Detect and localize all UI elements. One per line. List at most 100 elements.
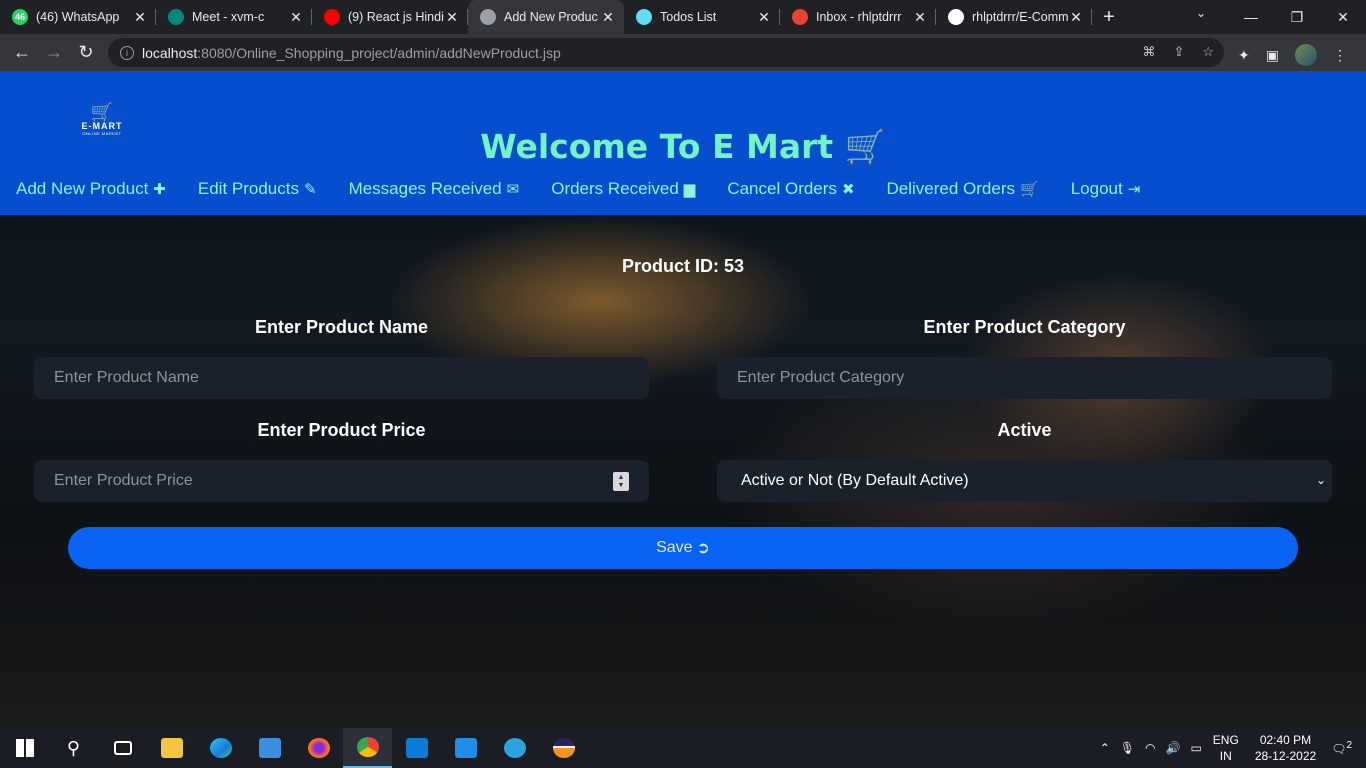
microphone-icon[interactable]: 🎙 — [1115, 741, 1140, 755]
tab-list: 46 (46) WhatsApp ✕ Meet - xvm-c ✕ (9) React j… — [0, 0, 1092, 34]
tab-title: Meet - xvm-c — [192, 10, 265, 24]
window-controls: — ❐ ✕ — [1228, 0, 1366, 34]
side-panel-icon[interactable]: ▣ — [1266, 47, 1279, 64]
active-label: Active — [997, 420, 1052, 440]
nav-item-label: Cancel Orders — [727, 179, 837, 198]
tab-close-icon[interactable]: ✕ — [288, 9, 304, 26]
chevron-down-icon: ⌄ — [1315, 473, 1326, 487]
browser-tab[interactable]: 46 (46) WhatsApp ✕ — [0, 0, 156, 34]
product-category-input[interactable]: Enter Product Category — [717, 357, 1332, 399]
tab-title: Add New Produc — [504, 10, 598, 24]
sign-out-icon: ⇥ — [1127, 181, 1141, 198]
browser-toolbar: ← → ↻ i localhost :8080/Online_Shopping_… — [0, 34, 1366, 71]
browser-tab[interactable]: Add New Produc ✕ — [468, 0, 624, 34]
language-indicator[interactable]: ENG IN — [1207, 732, 1245, 764]
share-icon[interactable]: ⇪ — [1173, 44, 1184, 60]
nav-item[interactable]: Delivered Orders 🛒 — [887, 179, 1039, 199]
restore-icon[interactable]: ❐ — [1274, 9, 1320, 26]
active-select[interactable]: Active or Not (By Default Active) ⌄ — [717, 460, 1332, 502]
new-tab-button[interactable]: + — [1092, 6, 1126, 29]
battery-icon[interactable]: ▭ — [1185, 741, 1206, 755]
browser-tab[interactable]: Meet - xvm-c ✕ — [156, 0, 312, 34]
system-tray: ⌃ 🎙 ◠ 🔊 ▭ ENG IN 02:40 PM 28-12-2022 🗨2 — [1095, 728, 1366, 768]
notifications-icon[interactable]: 🗨2 — [1326, 740, 1366, 756]
tab-close-icon[interactable]: ✕ — [444, 9, 460, 26]
nav-item[interactable]: Cancel Orders ✖ — [727, 179, 854, 199]
store-icon[interactable] — [441, 728, 490, 768]
admin-nav-menu: Add New Product ✚ Edit Products ✎ Messages R… — [16, 179, 1140, 199]
file-explorer-icon[interactable] — [147, 728, 196, 768]
tab-close-icon[interactable]: ✕ — [912, 9, 928, 26]
arrow-circle-right-icon: ➲ — [696, 540, 710, 557]
site-info-icon[interactable]: i — [120, 45, 134, 60]
toolbar-right: ✦ ▣ ⋮ — [1238, 44, 1347, 66]
chevron-up-icon[interactable]: ⌃ — [1095, 741, 1115, 755]
product-name-input[interactable]: Enter Product Name — [34, 357, 649, 399]
tab-favicon-icon — [480, 9, 496, 25]
welcome-text: Welcome To E Mart — [480, 127, 834, 166]
close-window-icon[interactable]: ✕ — [1320, 9, 1366, 26]
forward-icon[interactable]: → — [38, 42, 70, 63]
tab-favicon-icon — [324, 9, 340, 25]
save-button[interactable]: Save ➲ — [68, 527, 1298, 569]
nav-item[interactable]: Orders Received ▆ — [551, 179, 695, 199]
browser-tab[interactable]: rhlptdrrr/E-Comm ✕ — [936, 0, 1092, 34]
bookmark-star-icon[interactable]: ☆ — [1202, 44, 1214, 60]
eclipse-icon[interactable] — [539, 728, 588, 768]
task-view-icon[interactable] — [98, 728, 147, 768]
tab-search-icon[interactable]: ⌄ — [1196, 6, 1206, 20]
nav-item[interactable]: Logout ⇥ — [1071, 179, 1141, 199]
tab-favicon-icon — [168, 9, 184, 25]
volume-icon[interactable]: 🔊 — [1161, 741, 1186, 755]
search-icon[interactable]: ⚲ — [49, 728, 98, 768]
nav-item-label: Orders Received — [551, 179, 679, 198]
chrome-icon[interactable] — [343, 728, 392, 768]
number-spinner-icon[interactable]: ▲ ▼ — [613, 472, 629, 491]
clock-date: 28-12-2022 — [1254, 749, 1317, 763]
nav-item[interactable]: Edit Products ✎ — [198, 179, 317, 199]
product-id: Product ID: 53 — [621, 256, 745, 276]
tab-close-icon[interactable]: ✕ — [1068, 9, 1084, 26]
welcome-heading: Welcome To E Mart 🛒 — [0, 127, 1366, 167]
tab-close-icon[interactable]: ✕ — [756, 9, 772, 26]
nav-item[interactable]: Add New Product ✚ — [16, 179, 166, 199]
product-price-input[interactable]: Enter Product Price ▲ ▼ — [34, 460, 649, 502]
tab-separator — [1091, 9, 1092, 25]
menu-kebab-icon[interactable]: ⋮ — [1333, 47, 1347, 64]
extensions-icon[interactable]: ✦ — [1238, 47, 1250, 64]
mail-icon[interactable] — [245, 728, 294, 768]
profile-avatar[interactable] — [1294, 44, 1317, 66]
clock-time: 02:40 PM — [1259, 733, 1312, 747]
archive-icon: ▆ — [683, 181, 696, 198]
tab-close-icon[interactable]: ✕ — [600, 9, 616, 26]
browser-tab[interactable]: Inbox - rhlptdrrr ✕ — [780, 0, 936, 34]
browser-tab[interactable]: Todos List ✕ — [624, 0, 780, 34]
back-icon[interactable]: ← — [6, 42, 38, 63]
telegram-icon[interactable] — [490, 728, 539, 768]
shopping-cart-icon: 🛒 — [1020, 181, 1039, 198]
minimize-icon[interactable]: — — [1228, 9, 1274, 25]
times-icon: ✖ — [841, 181, 855, 198]
address-bar[interactable]: i localhost :8080/Online_Shopping_projec… — [108, 38, 1224, 67]
product-price-placeholder: Enter Product Price — [54, 472, 193, 489]
product-category-label: Enter Product Category — [923, 317, 1126, 337]
wifi-icon[interactable]: ◠ — [1140, 741, 1160, 755]
start-button[interactable] — [0, 728, 49, 768]
site-header: 🛒 E-MART ONLINE MARKET Welcome To E Mart… — [0, 71, 1366, 215]
tab-title: rhlptdrrr/E-Comm — [972, 10, 1068, 24]
vscode-icon[interactable] — [392, 728, 441, 768]
tab-close-icon[interactable]: ✕ — [132, 9, 148, 26]
edge-icon[interactable] — [196, 728, 245, 768]
translate-icon[interactable]: ⌘ — [1142, 44, 1155, 60]
lang-top: ENG — [1212, 733, 1239, 747]
tab-favicon-icon — [636, 9, 652, 25]
logo-cart-icon: 🛒 — [90, 102, 114, 122]
firefox-icon[interactable] — [294, 728, 343, 768]
browser-tab[interactable]: (9) React js Hindi ✕ — [312, 0, 468, 34]
reload-icon[interactable]: ↻ — [70, 42, 102, 63]
product-name-label: Enter Product Name — [254, 317, 429, 337]
page-content: 🛒 E-MART ONLINE MARKET Welcome To E Mart… — [0, 71, 1366, 728]
save-label: Save — [656, 539, 693, 556]
clock[interactable]: 02:40 PM 28-12-2022 — [1245, 732, 1326, 764]
nav-item[interactable]: Messages Received ✉ — [349, 179, 520, 199]
